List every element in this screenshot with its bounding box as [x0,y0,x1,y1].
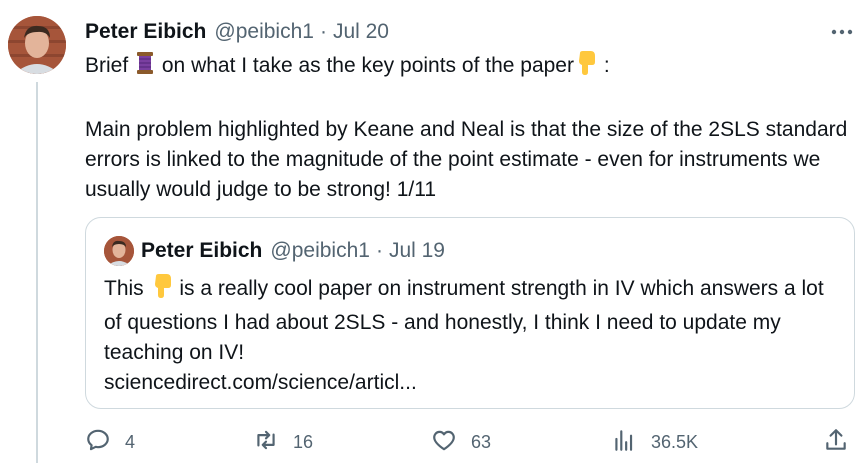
reply-icon [85,427,111,458]
retweet-button[interactable]: 16 [253,425,313,459]
quoted-author-handle: @peibich1 [270,239,370,262]
action-bar: 4 16 63 36.5K [85,425,855,459]
pointing-down-emoji-icon [574,50,598,85]
tweet-header: Peter Eibich @peibich1 · Jul 20 [85,16,389,48]
tweet-text: Brief on what I take as the key points o… [85,50,855,205]
avatar[interactable] [8,16,66,74]
author-name[interactable]: Peter Eibich [85,20,206,44]
tweet-line-1: Brief on what I take as the key points o… [85,50,855,85]
quoted-avatar [104,236,134,266]
share-button[interactable] [823,425,849,459]
quoted-header: Peter Eibich @peibich1 · Jul 19 [141,236,445,266]
reply-button[interactable]: 4 [85,425,135,459]
quoted-text-part: This [104,277,144,300]
views-button[interactable]: 36.5K [611,425,698,459]
like-count: 63 [471,431,492,452]
retweet-count: 16 [293,431,314,452]
separator-dot: · [375,239,383,262]
thread-emoji-icon [134,50,156,85]
separator-dot: · [319,20,327,43]
views-count: 36.5K [651,431,699,452]
tweet-text-part: on what I take as the key points of the … [161,54,574,77]
tweet-paragraph-2: Main problem highlighted by Keane and Ne… [85,118,848,201]
quoted-text: This is a really cool paper on instrumen… [104,273,839,398]
views-icon [611,427,637,458]
quoted-author-name: Peter Eibich [141,239,263,262]
author-handle[interactable]: @peibich1 [214,20,314,44]
quoted-date: Jul 19 [388,239,445,262]
retweet-icon [253,427,279,458]
pointing-down-emoji-icon [150,273,174,308]
share-icon [823,427,849,458]
quoted-text-part: is a really cool paper on instrument str… [104,277,824,364]
like-button[interactable]: 63 [431,425,491,459]
tweet-text-part: Brief [85,54,129,77]
like-icon [431,427,457,458]
thread-connector-line [36,82,38,463]
tweet-text-part: : [603,54,610,77]
quoted-link[interactable]: sciencedirect.com/science/articl... [104,371,417,394]
tweet-date[interactable]: Jul 20 [333,20,389,44]
quoted-tweet[interactable]: Peter Eibich @peibich1 · Jul 19 This is … [85,217,855,409]
more-icon[interactable] [827,18,857,46]
reply-count: 4 [125,431,136,452]
